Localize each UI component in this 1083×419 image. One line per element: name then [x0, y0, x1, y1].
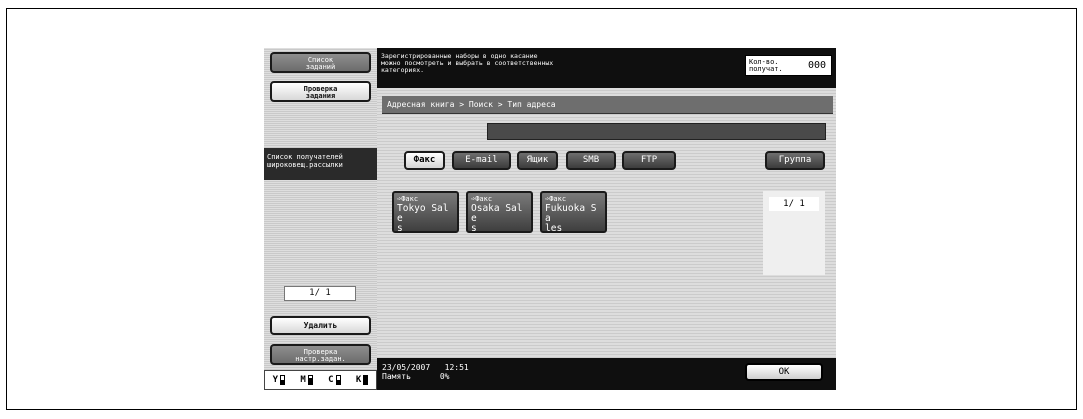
toner-letter: K	[355, 375, 362, 385]
toner-level-bar	[280, 375, 286, 385]
tab-smb[interactable]: SMB	[566, 151, 616, 170]
recipient-count-box: Кол-во. получат. 000	[745, 55, 832, 76]
toner-letter: M	[300, 375, 306, 385]
breadcrumb: Адресная книга > Поиск > Тип адреса	[382, 96, 833, 114]
destination-page-indicator: 1/ 1	[769, 197, 819, 211]
toner-level-bar	[363, 375, 369, 385]
message-bar: Зарегистрированные наборы в одно касание…	[377, 48, 836, 88]
check-job-settings-button[interactable]: Проверка настр.задан.	[270, 344, 371, 365]
destination-type: Факс	[549, 195, 567, 203]
tab-fax[interactable]: Факс	[404, 151, 445, 170]
delete-label: Удалить	[303, 321, 338, 330]
toner-y: Y	[272, 375, 286, 385]
check-job-settings-label: Проверка настр.задан.	[295, 348, 346, 363]
broadcast-recipient-list-label: Список получателей широковещ.рассылки	[264, 148, 377, 180]
destination-type: Факс	[401, 195, 419, 203]
toner-c: C	[328, 375, 341, 385]
ok-button[interactable]: OK	[745, 363, 823, 381]
recipient-count-value: 000	[807, 60, 826, 71]
status-bar: 23/05/2007 12:51 Память 0% OK	[377, 358, 836, 390]
toner-letter: Y	[272, 375, 279, 385]
delete-button[interactable]: Удалить	[270, 316, 371, 335]
instruction-message: Зарегистрированные наборы в одно касание…	[381, 52, 554, 74]
tab-ftp-label: FTP	[640, 155, 658, 165]
toner-level-bar	[335, 375, 341, 385]
memory-label: Память	[382, 372, 411, 381]
toner-letter: C	[328, 375, 334, 385]
destination-button[interactable]: ➩Факс Osaka Sale s	[466, 191, 533, 234]
tab-group[interactable]: Группа	[765, 151, 825, 170]
toner-levels: YMCK	[264, 370, 377, 390]
destination-list-pager: 1/ 1	[763, 191, 825, 275]
job-list-label: Список заданий	[305, 56, 336, 71]
destination-name: Tokyo Sale s	[397, 203, 449, 234]
destination-type: Факс	[475, 195, 493, 203]
tab-group-label: Группа	[778, 155, 812, 165]
job-check-label: Проверка задания	[303, 85, 338, 100]
tab-email[interactable]: E-mail	[452, 151, 511, 170]
toner-m: M	[300, 375, 313, 385]
ok-label: OK	[778, 367, 790, 377]
toner-k: K	[355, 375, 369, 385]
time-text: 12:51	[444, 363, 469, 372]
job-list-button[interactable]: Список заданий	[270, 52, 371, 73]
tab-box[interactable]: Ящик	[517, 151, 558, 170]
destination-name: Fukuoka Sa les	[545, 203, 597, 234]
address-book-panel: Адресная книга > Поиск > Тип адреса Факс…	[377, 88, 836, 358]
destination-button[interactable]: ➩Факс Fukuoka Sa les	[540, 191, 607, 234]
recipient-list-pager: 1/ 1	[284, 286, 356, 301]
recipient-count-label: Кол-во. получат.	[749, 58, 783, 73]
left-sidebar: Список заданий Проверка задания Список п…	[264, 48, 377, 390]
toner-level-bar	[307, 375, 313, 385]
date-text: 23/05/2007	[382, 363, 431, 372]
job-check-button[interactable]: Проверка задания	[270, 81, 371, 102]
tab-smb-label: SMB	[582, 155, 600, 165]
tab-fax-label: Факс	[413, 155, 436, 165]
destination-name: Osaka Sale s	[471, 203, 523, 234]
memory-value: 0%	[439, 372, 450, 381]
tab-email-label: E-mail	[465, 155, 498, 165]
tab-box-label: Ящик	[526, 155, 549, 165]
tab-ftp[interactable]: FTP	[622, 151, 676, 170]
destination-button[interactable]: ➩Факс Tokyo Sale s	[392, 191, 459, 234]
date-time-memory: 23/05/2007 12:51 Память 0%	[382, 363, 469, 381]
search-result-field	[487, 123, 826, 140]
